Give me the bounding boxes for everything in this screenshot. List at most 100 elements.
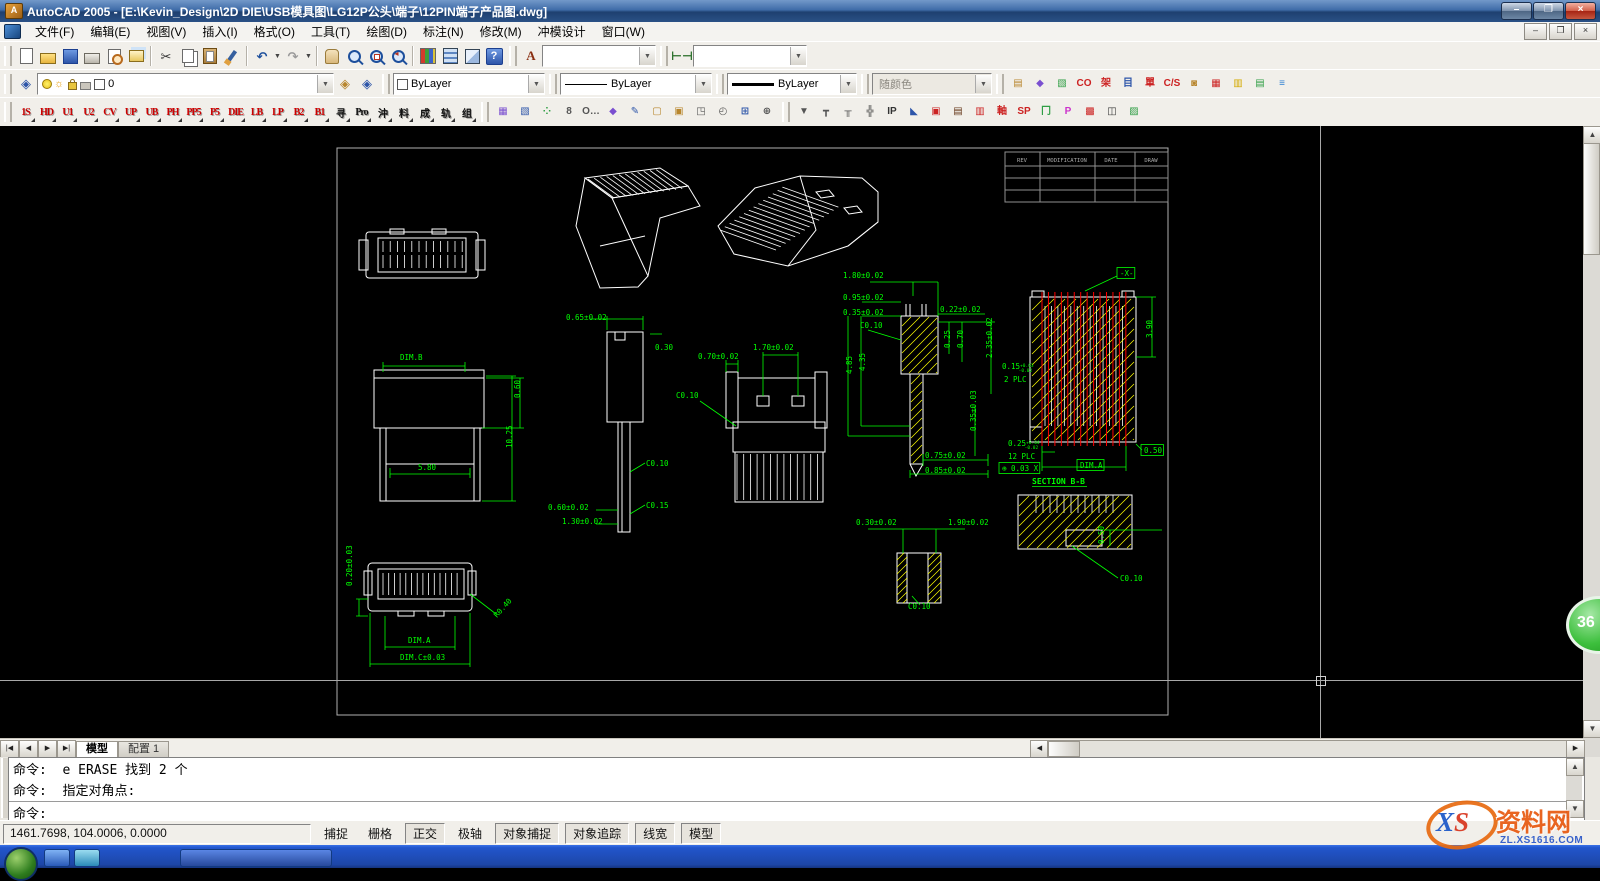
- tool-1S[interactable]: 1S: [15, 101, 36, 123]
- publish-icon[interactable]: [125, 45, 147, 67]
- object-tool-8[interactable]: ◙: [1183, 73, 1205, 95]
- tool-DIE[interactable]: DIE: [225, 101, 246, 123]
- menu-插入(I)[interactable]: 插入(I): [194, 23, 245, 41]
- dim-style-icon[interactable]: ⊢⊣: [671, 45, 693, 67]
- punch-tool-11[interactable]: 冂: [1035, 101, 1057, 123]
- draw-tool-2[interactable]: ⁘: [536, 101, 558, 123]
- menu-冲模设计[interactable]: 冲模设计: [530, 23, 594, 41]
- tool-成[interactable]: 成: [414, 101, 435, 123]
- tool-U1[interactable]: U1: [57, 101, 78, 123]
- toolpalettes-icon[interactable]: [461, 45, 483, 67]
- draw-tool-1[interactable]: ▧: [514, 101, 536, 123]
- layer-previous-icon[interactable]: ◈: [356, 73, 378, 95]
- toolbar-grip[interactable]: [782, 102, 790, 122]
- chevron-down-icon[interactable]: ▼: [317, 75, 333, 93]
- tab-nav-2[interactable]: ▶: [38, 740, 57, 758]
- menu-文件(F)[interactable]: 文件(F): [27, 23, 82, 41]
- draw-tool-6[interactable]: ✎: [624, 101, 646, 123]
- taskbar-app-icon[interactable]: [44, 849, 70, 867]
- object-tool-5[interactable]: 目: [1117, 73, 1139, 95]
- object-tool-9[interactable]: ▦: [1205, 73, 1227, 95]
- draw-tool-10[interactable]: ◴: [712, 101, 734, 123]
- object-tool-3[interactable]: CO: [1073, 73, 1095, 95]
- draw-tool-5[interactable]: ◆: [602, 101, 624, 123]
- object-tool-0[interactable]: ▤: [1007, 73, 1029, 95]
- object-tool-7[interactable]: C/S: [1161, 73, 1183, 95]
- menu-工具(T)[interactable]: 工具(T): [303, 23, 358, 41]
- autocad-app-icon[interactable]: A: [5, 3, 23, 19]
- layer-combo[interactable]: ☼ 0 ▼: [37, 73, 334, 95]
- tab-nav-0[interactable]: |◀: [0, 740, 19, 758]
- hscroll-thumb[interactable]: [1048, 741, 1080, 757]
- toolbar-grip[interactable]: [4, 102, 12, 122]
- new-icon[interactable]: [15, 45, 37, 67]
- plot-icon[interactable]: [81, 45, 103, 67]
- tool-PH[interactable]: PH: [162, 101, 183, 123]
- make-layer-icon[interactable]: ◈: [334, 73, 356, 95]
- tool-U2[interactable]: U2: [78, 101, 99, 123]
- toggle-模型[interactable]: 模型: [681, 823, 721, 844]
- zoom-previous-icon[interactable]: [387, 45, 409, 67]
- object-tool-12[interactable]: ≡: [1271, 73, 1293, 95]
- chevron-down-icon[interactable]: ▼: [528, 75, 544, 93]
- chevron-down-icon[interactable]: ▼: [695, 75, 711, 93]
- menu-窗口(W)[interactable]: 窗口(W): [594, 23, 653, 41]
- toolbar-grip[interactable]: [509, 46, 517, 66]
- drawing-canvas[interactable]: REVMODIFICATIONDATEDRAW: [0, 126, 1583, 738]
- tool-料[interactable]: 料: [393, 101, 414, 123]
- object-tool-10[interactable]: ▥: [1227, 73, 1249, 95]
- object-tool-2[interactable]: ▧: [1051, 73, 1073, 95]
- toolbar-grip[interactable]: [861, 74, 869, 94]
- toolbar-grip[interactable]: [4, 74, 12, 94]
- tool-UP[interactable]: UP: [120, 101, 141, 123]
- toggle-对象捕捉[interactable]: 对象捕捉: [495, 823, 559, 844]
- punch-tool-0[interactable]: ▼: [793, 101, 815, 123]
- tool-B1[interactable]: B1: [309, 101, 330, 123]
- toolbar-grip[interactable]: [996, 74, 1004, 94]
- punch-tool-5[interactable]: ◣: [903, 101, 925, 123]
- toolbar-grip[interactable]: [4, 46, 12, 66]
- mdi-close-button[interactable]: ×: [1574, 23, 1597, 40]
- punch-tool-10[interactable]: SP: [1013, 101, 1035, 123]
- menu-修改(M)[interactable]: 修改(M): [472, 23, 530, 41]
- paste-icon[interactable]: [199, 45, 221, 67]
- punch-tool-7[interactable]: ▤: [947, 101, 969, 123]
- tool-LP[interactable]: LP: [267, 101, 288, 123]
- save-icon[interactable]: [59, 45, 81, 67]
- scroll-up-icon[interactable]: ▲: [1566, 758, 1584, 776]
- tool-寻[interactable]: 寻: [330, 101, 351, 123]
- punch-tool-2[interactable]: ╥: [837, 101, 859, 123]
- tool-Pro[interactable]: Pro: [351, 101, 372, 123]
- punch-tool-3[interactable]: ╬: [859, 101, 881, 123]
- layer-manager-icon[interactable]: ◈: [15, 73, 37, 95]
- punch-tool-13[interactable]: ▩: [1079, 101, 1101, 123]
- object-tool-1[interactable]: ◆: [1029, 73, 1051, 95]
- tool-UB[interactable]: UB: [141, 101, 162, 123]
- document-icon[interactable]: [4, 24, 21, 39]
- color-combo[interactable]: ByLayer ▼: [393, 73, 545, 95]
- help-icon[interactable]: ?: [483, 45, 505, 67]
- redo-icon[interactable]: ↷: [282, 45, 304, 67]
- menu-格式(O)[interactable]: 格式(O): [246, 23, 303, 41]
- tool-沖[interactable]: 沖: [372, 101, 393, 123]
- matchprop-icon[interactable]: [221, 45, 243, 67]
- menu-绘图(D)[interactable]: 绘图(D): [358, 23, 415, 41]
- toolbar-grip[interactable]: [481, 102, 489, 122]
- chevron-down-icon[interactable]: ▼: [639, 47, 655, 65]
- zoom-window-icon[interactable]: [365, 45, 387, 67]
- tab-nav-1[interactable]: ◀: [19, 740, 38, 758]
- text-style-combo[interactable]: ▼: [542, 45, 656, 67]
- dim-style-combo[interactable]: ▼: [693, 45, 807, 67]
- command-text-area[interactable]: 命令: e ERASE 找到 2 个命令: 指定对角点: 命令:: [8, 757, 1585, 821]
- toolbar-grip[interactable]: [382, 74, 390, 94]
- draw-tool-12[interactable]: ⊕: [756, 101, 778, 123]
- taskbar-task-button[interactable]: [180, 849, 332, 867]
- toggle-对象追踪[interactable]: 对象追踪: [565, 823, 629, 844]
- tool-HD[interactable]: HD: [36, 101, 57, 123]
- start-button[interactable]: [4, 847, 38, 881]
- close-button[interactable]: ×: [1565, 2, 1596, 20]
- toggle-正交[interactable]: 正交: [405, 823, 445, 844]
- hscroll-right-icon[interactable]: ▶: [1566, 740, 1585, 758]
- redo-dropdown-icon[interactable]: ▼: [304, 45, 313, 67]
- tool-PP5[interactable]: PP5: [183, 101, 204, 123]
